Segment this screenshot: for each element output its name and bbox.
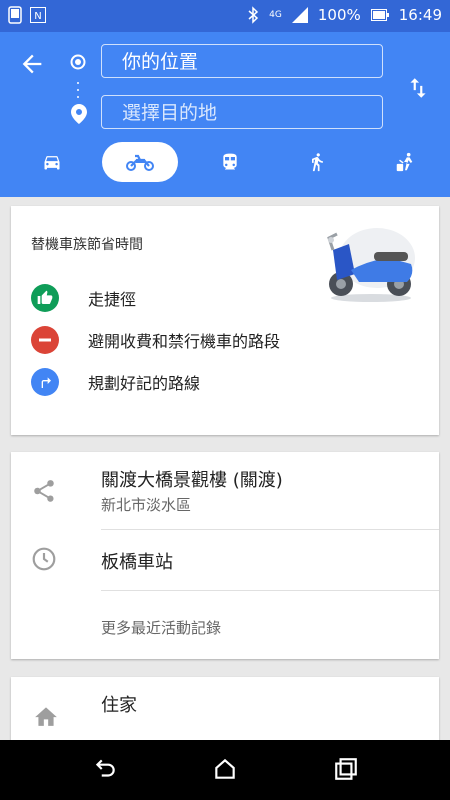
status-bar: N 4G 100% 16:49 [0,0,450,32]
promo-item-avoid-tolls: 避開收費和禁行機車的路段 [31,326,280,354]
directions-header: 你的位置 選擇目的地 [0,32,450,197]
promo-item-label: 規劃好記的路線 [88,374,201,393]
status-left-label: N [34,11,41,22]
battery-icon [370,9,389,21]
back-arrow-icon[interactable] [18,50,46,78]
train-icon [223,153,237,170]
home-nav-icon[interactable] [212,756,238,782]
more-recent-activity-link[interactable]: 更多最近活動記錄 [101,617,221,638]
list-item[interactable]: 關渡大橋景觀樓 (關渡) 新北市淡水區 [11,452,439,530]
walk-icon [312,153,323,172]
system-nav-bar [0,740,450,800]
promo-item-label: 避開收費和禁行機車的路段 [88,332,281,351]
turn-right-icon [41,377,51,388]
scooter-illustration [327,228,415,302]
travel-modes [0,142,450,186]
mode-ride-share[interactable] [383,142,427,182]
recent-title: 關渡大橋景觀樓 (關渡) [101,470,283,491]
divider [101,590,439,591]
battery-percent: 100% [317,6,361,24]
destination-input[interactable]: 選擇目的地 [101,95,383,129]
list-item[interactable]: 板橋車站 [11,530,439,590]
no-entry-icon [39,338,51,342]
history-icon [32,547,56,571]
motorcycle-promo-card: 替機車族節省時間 走捷徑 避開收費和禁行機車的路段 規劃好記的路線 [11,206,439,435]
network-type: 4G [269,10,282,20]
car-icon [44,156,60,170]
mode-transit[interactable] [208,142,252,182]
clock: 16:49 [398,6,442,24]
mode-walk[interactable] [295,142,339,182]
swap-icon[interactable] [405,74,431,102]
promo-item-label: 走捷徑 [88,290,137,309]
ride-share-icon [396,152,413,172]
phone-icon [8,6,22,24]
promo-title: 替機車族節省時間 [31,237,143,253]
home-title: 住家 [101,695,137,716]
recent-subtitle: 新北市淡水區 [101,496,192,514]
thumbs-up-icon [37,290,53,304]
share-icon[interactable] [31,478,57,504]
origin-input[interactable]: 你的位置 [101,44,383,78]
promo-item-shortcut: 走捷徑 [31,284,136,312]
mode-motorcycle[interactable] [102,142,178,182]
back-nav-icon[interactable] [92,756,118,782]
signal-icon [291,7,308,23]
mode-car[interactable] [30,142,74,182]
destination-pin-icon [71,104,87,124]
promo-item-simple-route: 規劃好記的路線 [31,368,200,396]
bluetooth-icon [248,6,259,24]
notification-n-icon: N [30,7,46,23]
home-icon [35,707,57,726]
recent-apps-icon[interactable] [333,756,359,782]
origin-dot-icon [70,54,86,70]
recent-title: 板橋車站 [101,552,173,573]
motorcycle-icon [126,154,154,171]
route-dots [77,82,79,98]
recent-places-card: 關渡大橋景觀樓 (關渡) 新北市淡水區 板橋車站 更多最近活動記錄 [11,452,439,659]
